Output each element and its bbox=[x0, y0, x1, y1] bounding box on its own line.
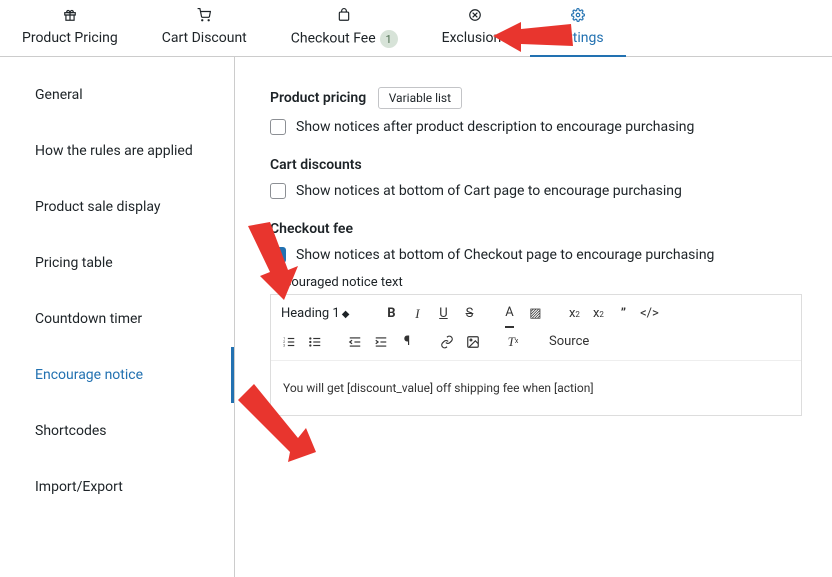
bag-icon bbox=[337, 8, 351, 26]
checkbox-label: Show notices at bottom of Checkout page … bbox=[296, 247, 714, 263]
sidebar-item-pricing-table[interactable]: Pricing table bbox=[0, 235, 234, 291]
strike-icon[interactable]: S bbox=[459, 304, 479, 324]
variable-list-button[interactable]: Variable list bbox=[378, 87, 462, 109]
tab-label: Exclusions bbox=[442, 30, 509, 46]
section-title: Product pricing bbox=[270, 90, 366, 106]
svg-text:3: 3 bbox=[283, 344, 285, 348]
link-icon[interactable] bbox=[437, 332, 457, 352]
checkbox-label: Show notices at bottom of Cart page to e… bbox=[296, 183, 682, 199]
section-title: Cart discounts bbox=[270, 157, 362, 173]
checkbox-label: Show notices after product description t… bbox=[296, 119, 694, 135]
sidebar-item-sale-display[interactable]: Product sale display bbox=[0, 179, 234, 235]
tab-label: Product Pricing bbox=[22, 30, 118, 46]
sidebar-item-import-export[interactable]: Import/Export bbox=[0, 459, 234, 515]
section-checkout-fee: Checkout fee Show notices at bottom of C… bbox=[270, 221, 802, 416]
bold-icon[interactable]: B bbox=[381, 304, 401, 324]
sidebar-item-shortcodes[interactable]: Shortcodes bbox=[0, 403, 234, 459]
blockquote-icon[interactable]: ” bbox=[613, 304, 633, 324]
subscript-icon[interactable]: x2 bbox=[565, 304, 583, 324]
outdent-icon[interactable] bbox=[345, 332, 365, 352]
gear-icon bbox=[571, 8, 585, 26]
settings-sidebar: General How the rules are applied Produc… bbox=[0, 57, 235, 577]
heading-dropdown[interactable]: Heading 1◆ bbox=[279, 301, 353, 328]
rich-text-editor: Heading 1◆ B I U S A ▨ x2 x2 ” </> bbox=[270, 294, 802, 416]
section-title: Checkout fee bbox=[270, 221, 353, 237]
gift-icon bbox=[63, 8, 77, 26]
tab-label: Checkout Fee1 bbox=[291, 30, 398, 48]
tab-exclusions[interactable]: Exclusions bbox=[420, 0, 531, 56]
text-color-icon[interactable]: A bbox=[499, 304, 519, 324]
indent-icon[interactable] bbox=[371, 332, 391, 352]
editor-toolbar: Heading 1◆ B I U S A ▨ x2 x2 ” </> bbox=[271, 295, 801, 361]
numbered-list-icon[interactable]: 123 bbox=[279, 332, 299, 352]
image-icon[interactable] bbox=[463, 332, 483, 352]
italic-icon[interactable]: I bbox=[407, 304, 427, 324]
bg-color-icon[interactable]: ▨ bbox=[525, 304, 545, 324]
section-product-pricing: Product pricing Variable list Show notic… bbox=[270, 87, 802, 135]
paragraph-icon[interactable]: ¶ bbox=[397, 332, 417, 352]
bullet-list-icon[interactable] bbox=[305, 332, 325, 352]
underline-icon[interactable]: U bbox=[433, 304, 453, 324]
checkbox-cart-notice[interactable] bbox=[270, 183, 286, 199]
exclude-icon bbox=[468, 8, 482, 26]
tab-label: Cart Discount bbox=[162, 30, 247, 46]
sidebar-item-general[interactable]: General bbox=[0, 67, 234, 123]
checkbox-product-notice[interactable] bbox=[270, 119, 286, 135]
field-label: Encouraged notice text bbox=[270, 275, 802, 290]
source-button[interactable]: Source bbox=[549, 330, 589, 355]
section-cart-discounts: Cart discounts Show notices at bottom of… bbox=[270, 157, 802, 199]
tab-settings[interactable]: Settings bbox=[530, 0, 625, 56]
sidebar-item-encourage-notice[interactable]: Encourage notice bbox=[0, 347, 234, 403]
checkbox-checkout-notice[interactable] bbox=[270, 247, 286, 263]
superscript-icon[interactable]: x2 bbox=[589, 304, 607, 324]
tab-checkout-fee[interactable]: Checkout Fee1 bbox=[269, 0, 420, 56]
tab-cart-discount[interactable]: Cart Discount bbox=[140, 0, 269, 56]
top-tabs: Product Pricing Cart Discount Checkout F… bbox=[0, 0, 832, 57]
badge-count: 1 bbox=[380, 30, 398, 48]
tab-label: Settings bbox=[552, 30, 603, 46]
tab-product-pricing[interactable]: Product Pricing bbox=[0, 0, 140, 56]
sidebar-item-rules[interactable]: How the rules are applied bbox=[0, 123, 234, 179]
settings-content: Product pricing Variable list Show notic… bbox=[235, 57, 832, 577]
remove-format-icon[interactable]: Tx bbox=[503, 332, 523, 352]
editor-textarea[interactable]: You will get [discount_value] off shippi… bbox=[271, 361, 801, 415]
code-icon[interactable]: </> bbox=[639, 304, 659, 324]
sidebar-item-countdown[interactable]: Countdown timer bbox=[0, 291, 234, 347]
cart-icon bbox=[197, 8, 211, 26]
